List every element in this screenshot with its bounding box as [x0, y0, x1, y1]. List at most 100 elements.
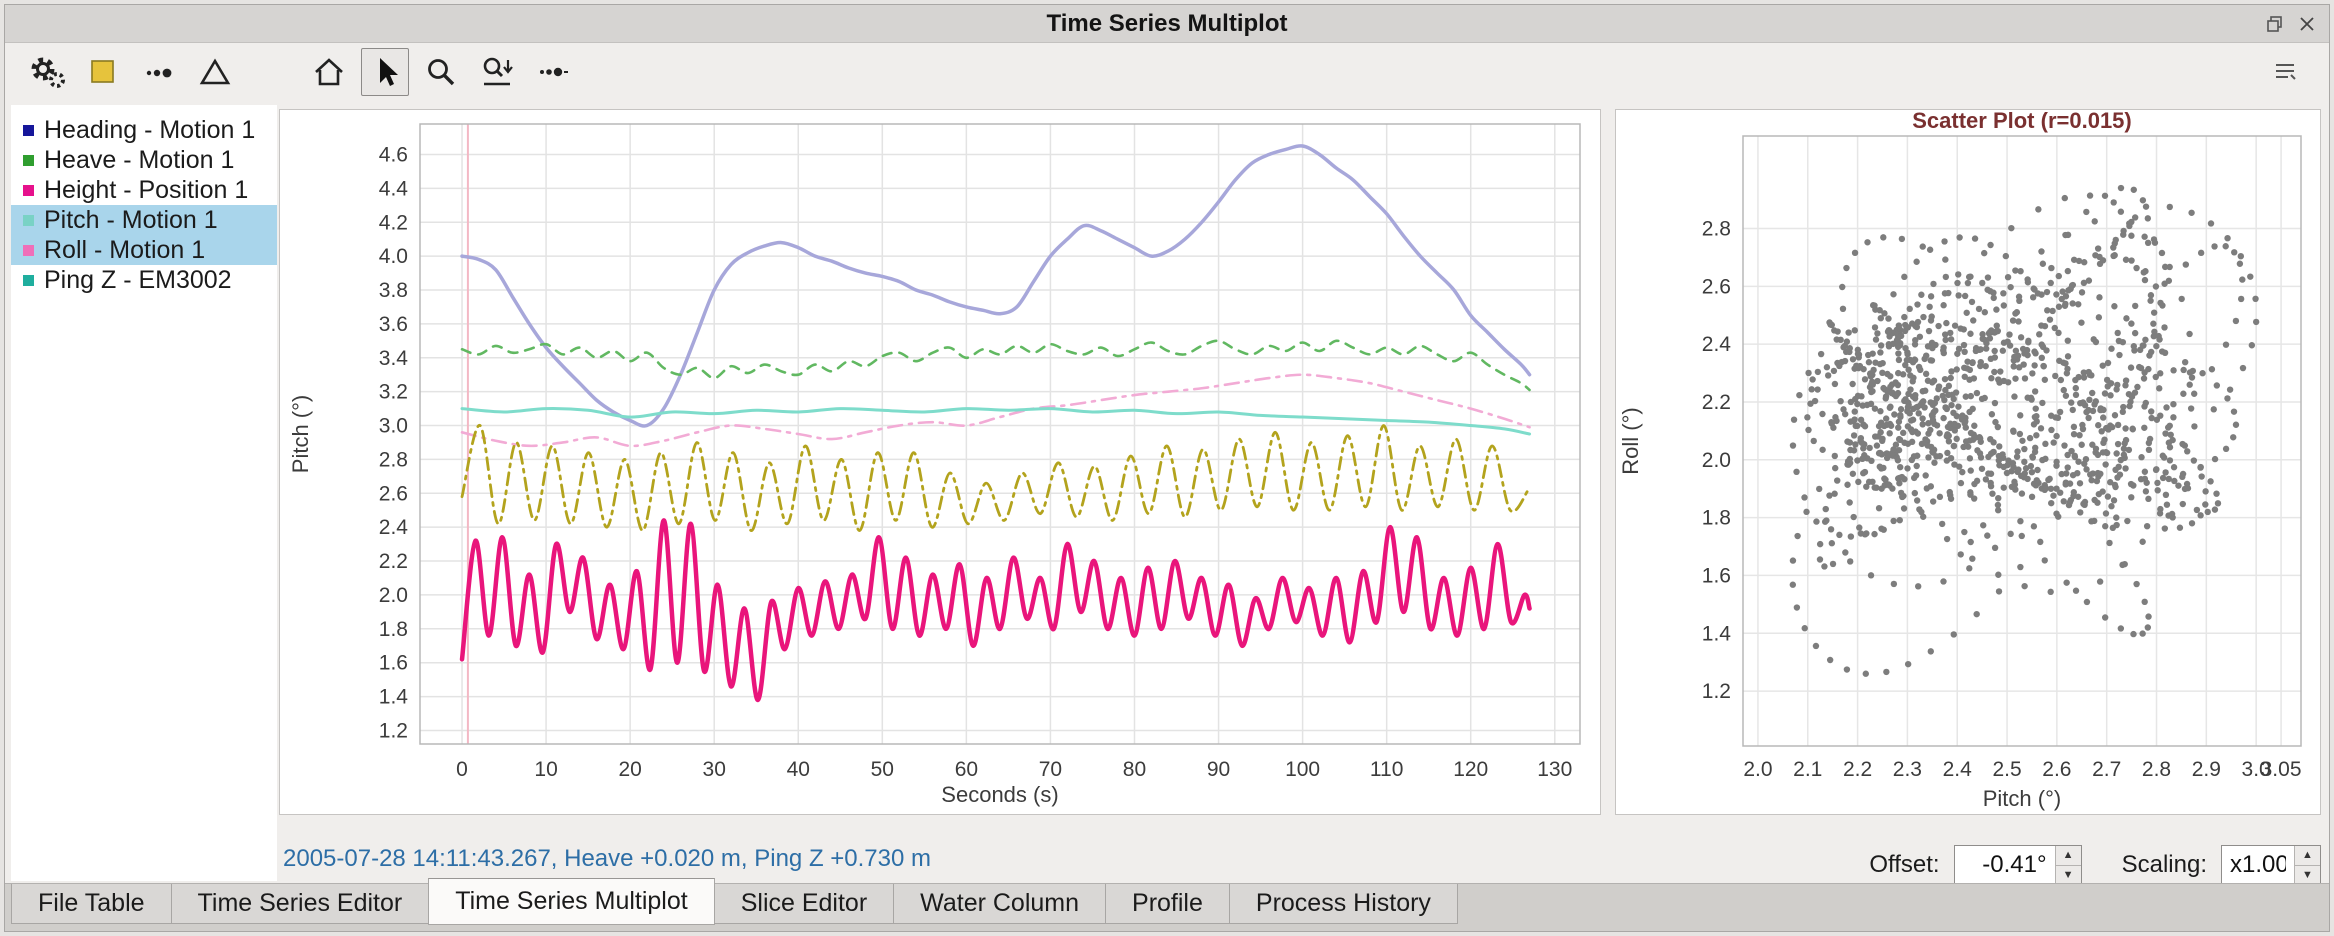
- scaling-spin-down[interactable]: ▼: [2295, 866, 2320, 885]
- svg-text:80: 80: [1123, 758, 1146, 781]
- legend-item-label: Roll - Motion 1: [44, 236, 205, 265]
- toolbar-left-group: [23, 48, 239, 96]
- scaling-label: Scaling:: [2122, 851, 2207, 879]
- svg-text:Pitch (°): Pitch (°): [288, 395, 313, 473]
- svg-text:1.8: 1.8: [1702, 507, 1731, 530]
- panel-menu-button[interactable]: [2267, 53, 2303, 89]
- svg-text:3.6: 3.6: [379, 313, 408, 336]
- tab-list: File TableTime Series EditorTime Series …: [5, 884, 2329, 925]
- svg-text:3.0: 3.0: [379, 415, 408, 438]
- legend-item-heading[interactable]: Heading - Motion 1: [11, 115, 277, 145]
- legend-item-roll[interactable]: Roll - Motion 1: [11, 235, 277, 265]
- svg-text:1.2: 1.2: [1702, 680, 1731, 703]
- home-icon: [311, 54, 347, 90]
- svg-text:3.2: 3.2: [379, 381, 408, 404]
- tab-process-history[interactable]: Process History: [1229, 884, 1458, 924]
- legend-panel: Heading - Motion 1Heave - Motion 1Height…: [11, 105, 277, 881]
- scaling-input[interactable]: [2222, 846, 2294, 884]
- series-color-swatch: [23, 245, 34, 256]
- svg-text:2.2: 2.2: [1843, 758, 1872, 781]
- titlebar[interactable]: Time Series Multiplot: [5, 5, 2329, 43]
- svg-text:120: 120: [1453, 758, 1488, 781]
- scaling-spin-up[interactable]: ▲: [2295, 846, 2320, 866]
- svg-text:1.2: 1.2: [379, 719, 408, 742]
- svg-text:3.8: 3.8: [379, 279, 408, 302]
- svg-text:30: 30: [703, 758, 726, 781]
- legend-item-ping[interactable]: Ping Z - EM3002: [11, 265, 277, 295]
- points-tool-button[interactable]: [529, 48, 577, 96]
- svg-text:10: 10: [534, 758, 557, 781]
- svg-text:1.4: 1.4: [1702, 622, 1732, 645]
- legend-item-label: Pitch - Motion 1: [44, 206, 218, 235]
- offset-input[interactable]: [1955, 846, 2055, 884]
- svg-text:1.6: 1.6: [379, 652, 408, 675]
- undock-icon[interactable]: [2265, 14, 2285, 34]
- panel-menu-icon: [2272, 58, 2298, 84]
- pointer-icon: [367, 54, 403, 90]
- svg-text:4.0: 4.0: [379, 245, 408, 268]
- offset-spin-down[interactable]: ▼: [2056, 866, 2081, 885]
- series-color-swatch: [23, 125, 34, 136]
- timeseries-plot[interactable]: 01020304050607080901001101201301.21.41.6…: [280, 110, 1600, 814]
- tab-time-series-editor[interactable]: Time Series Editor: [171, 884, 430, 924]
- legend-item-label: Ping Z - EM3002: [44, 266, 232, 295]
- legend-item-label: Heading - Motion 1: [44, 116, 255, 145]
- legend-item-label: Heave - Motion 1: [44, 146, 234, 175]
- offset-scaling-controls: Offset: ▲ ▼ Scaling: ▲ ▼: [1615, 843, 2321, 887]
- svg-text:2.0: 2.0: [1743, 758, 1772, 781]
- scatter-plot-card: 2.02.12.22.32.42.52.62.72.82.93.03.051.2…: [1615, 109, 2321, 815]
- zoom-icon: [423, 54, 459, 90]
- svg-text:2.2: 2.2: [379, 550, 408, 573]
- series-color-swatch: [23, 185, 34, 196]
- timeseries-plot-card: 01020304050607080901001101201301.21.41.6…: [279, 109, 1601, 815]
- triangle-button[interactable]: [191, 48, 239, 96]
- svg-text:Seconds (s): Seconds (s): [941, 782, 1058, 807]
- offset-spin-up[interactable]: ▲: [2056, 846, 2081, 866]
- tab-file-table[interactable]: File Table: [11, 884, 172, 924]
- color-swatch-button[interactable]: [79, 48, 127, 96]
- svg-text:50: 50: [871, 758, 894, 781]
- svg-text:2.4: 2.4: [1702, 333, 1732, 356]
- series-color-swatch: [23, 275, 34, 286]
- legend-item-label: Height - Position 1: [44, 176, 248, 205]
- svg-text:2.1: 2.1: [1793, 758, 1822, 781]
- svg-text:Roll (°): Roll (°): [1618, 407, 1643, 474]
- legend-item-pitch[interactable]: Pitch - Motion 1: [11, 205, 277, 235]
- svg-text:2.4: 2.4: [1943, 758, 1973, 781]
- point-display-button[interactable]: [135, 48, 183, 96]
- svg-text:100: 100: [1285, 758, 1320, 781]
- app-window: Time Series Multiplot: [4, 4, 2330, 932]
- cursor-status-text: 2005-07-28 14:11:43.267, Heave +0.020 m,…: [283, 845, 931, 873]
- legend-item-heave[interactable]: Heave - Motion 1: [11, 145, 277, 175]
- tab-slice-editor[interactable]: Slice Editor: [714, 884, 894, 924]
- close-icon[interactable]: [2297, 14, 2317, 34]
- svg-text:2.7: 2.7: [2092, 758, 2121, 781]
- zoom-fit-button[interactable]: [473, 48, 521, 96]
- svg-text:2.9: 2.9: [2192, 758, 2221, 781]
- svg-text:2.4: 2.4: [379, 516, 409, 539]
- app-root: { "window": { "title": "Time Series Mult…: [0, 0, 2334, 936]
- series-color-swatch: [23, 155, 34, 166]
- settings-button[interactable]: [23, 48, 71, 96]
- svg-text:Pitch (°): Pitch (°): [1983, 786, 2061, 811]
- svg-text:2.2: 2.2: [1702, 391, 1731, 414]
- pointer-button[interactable]: [361, 48, 409, 96]
- bottom-tabstrip: File TableTime Series EditorTime Series …: [5, 883, 2329, 931]
- tab-water-column[interactable]: Water Column: [893, 884, 1106, 924]
- home-button[interactable]: [305, 48, 353, 96]
- svg-text:2.8: 2.8: [1702, 218, 1731, 241]
- zoom-button[interactable]: [417, 48, 465, 96]
- tab-profile[interactable]: Profile: [1105, 884, 1230, 924]
- legend-item-height[interactable]: Height - Position 1: [11, 175, 277, 205]
- scatter-plot[interactable]: 2.02.12.22.32.42.52.62.72.82.93.03.051.2…: [1616, 110, 2320, 814]
- triangle-icon: [197, 54, 233, 90]
- svg-text:2.6: 2.6: [1702, 275, 1731, 298]
- svg-text:110: 110: [1370, 758, 1403, 781]
- svg-text:2.0: 2.0: [1702, 449, 1731, 472]
- offset-label: Offset:: [1869, 851, 1939, 879]
- point-display-icon: [141, 54, 177, 90]
- svg-text:0: 0: [456, 758, 468, 781]
- tab-time-series-multiplot[interactable]: Time Series Multiplot: [428, 878, 714, 925]
- svg-text:1.4: 1.4: [379, 686, 409, 709]
- svg-text:90: 90: [1207, 758, 1230, 781]
